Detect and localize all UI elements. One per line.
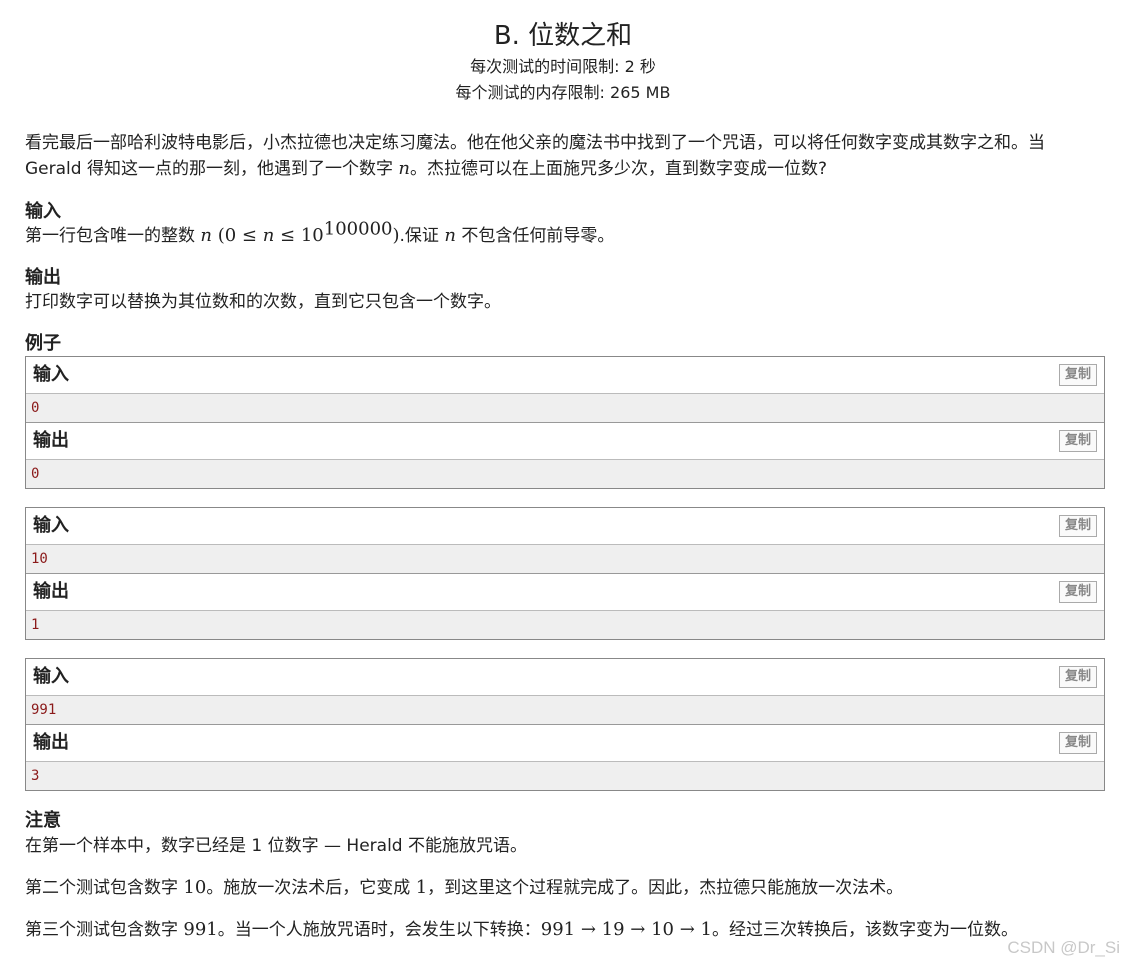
note-3-text-c: 。经过三次转换后，该数字变为一位数。 [711,920,1018,940]
input-var-n: n [200,225,212,246]
note-3-number: 991 [183,919,218,940]
input-spec-text-2: .保证 [399,226,445,246]
sample-output-label: 输出 [33,732,69,753]
input-range-open: (0 ≤ [212,225,263,246]
copy-button[interactable]: 复制 [1058,666,1097,688]
input-range-close: ) [392,225,400,246]
sample-input-label: 输入 [33,364,69,385]
input-spec-text-3: 不包含任何前导零。 [455,226,615,246]
sample-input-header: 输入 复制 [26,659,1104,696]
copy-button[interactable]: 复制 [1058,515,1097,537]
copy-button[interactable]: 复制 [1058,732,1097,754]
note-2-text-b: 。施放一次法术后，它变成 [206,878,416,898]
sample-input-label: 输入 [33,666,69,687]
sample-output-value: 0 [26,460,1104,488]
sample-input-value: 991 [26,696,1104,724]
sample-test-2: 输入 复制 10 输出 复制 1 [25,507,1105,640]
note-3-transform-chain: 991 → 19 → 10 → 1 [540,919,712,940]
sample-output-header: 输出 复制 [26,422,1104,460]
examples-title: 例子 [25,333,61,354]
copy-button[interactable]: 复制 [1058,581,1097,603]
problem-title: B. 位数之和 [493,21,633,51]
sample-input-label: 输入 [33,515,69,536]
input-var-n-2: n [444,225,456,246]
note-2-text-c: ，到这里这个过程就完成了。因此，杰拉德只能施放一次法术。 [427,878,904,898]
sample-input-header: 输入 复制 [26,508,1104,545]
input-section-title: 输入 [25,201,61,222]
input-spec-text-1: 第一行包含唯一的整数 [25,226,201,246]
memory-limit: 每个测试的内存限制: 265 MB [455,83,671,102]
input-range-var-n: n [262,225,275,246]
sample-output-header: 输出 复制 [26,573,1104,611]
problem-header: B. 位数之和 每次测试的时间限制: 2 秒 每个测试的内存限制: 265 MB [0,0,1126,106]
time-limit: 每次测试的时间限制: 2 秒 [470,57,656,76]
output-section-title: 输出 [25,267,61,288]
sample-test-3: 输入 复制 991 输出 复制 3 [25,658,1105,791]
note-title: 注意 [25,810,61,831]
note-paragraph-1: 在第一个样本中，数字已经是 1 位数字 — Herald 不能施放咒语。 [25,836,527,856]
sample-output-header: 输出 复制 [26,724,1104,762]
sample-input-header: 输入 复制 [26,357,1104,394]
input-spec: 第一行包含唯一的整数 n (0 ≤ n ≤ 10100000).保证 n 不包含… [25,220,1105,248]
note-2-number-2: 1 [415,877,428,898]
sample-input-value: 0 [26,394,1104,422]
problem-statement: 看完最后一部哈利波特电影后，小杰拉德也决定练习魔法。他在他父亲的魔法书中找到了一… [25,130,1105,959]
sample-output-label: 输出 [33,581,69,602]
legend-var-n: n [398,158,410,179]
input-range-exponent: 100000 [323,218,393,240]
note-2-text-a: 第二个测试包含数字 [25,878,184,898]
sample-output-value: 1 [26,611,1104,639]
note-paragraph-3: 第三个测试包含数字 991。当一个人施放咒语时，会发生以下转换：991 → 19… [25,917,1105,943]
sample-output-value: 3 [26,762,1104,790]
output-spec: 打印数字可以替换为其位数和的次数，直到它只包含一个数字。 [25,292,501,312]
input-range-base: ≤ 10 [274,225,324,246]
note-3-text-a: 第三个测试包含数字 [25,920,184,940]
legend: 看完最后一部哈利波特电影后，小杰拉德也决定练习魔法。他在他父亲的魔法书中找到了一… [25,130,1105,182]
copy-button[interactable]: 复制 [1058,364,1097,386]
sample-output-label: 输出 [33,430,69,451]
sample-input-value: 10 [26,545,1104,573]
watermark: CSDN @Dr_Si [1007,938,1120,957]
note-2-number-1: 10 [183,877,207,898]
copy-button[interactable]: 复制 [1058,430,1097,452]
note-paragraph-2: 第二个测试包含数字 10。施放一次法术后，它变成 1，到这里这个过程就完成了。因… [25,875,1105,901]
sample-test-1: 输入 复制 0 输出 复制 0 [25,356,1105,489]
legend-text-2: 。杰拉德可以在上面施咒多少次，直到数字变成一位数? [409,159,827,179]
note-3-text-b: 。当一个人施放咒语时，会发生以下转换： [217,920,541,940]
